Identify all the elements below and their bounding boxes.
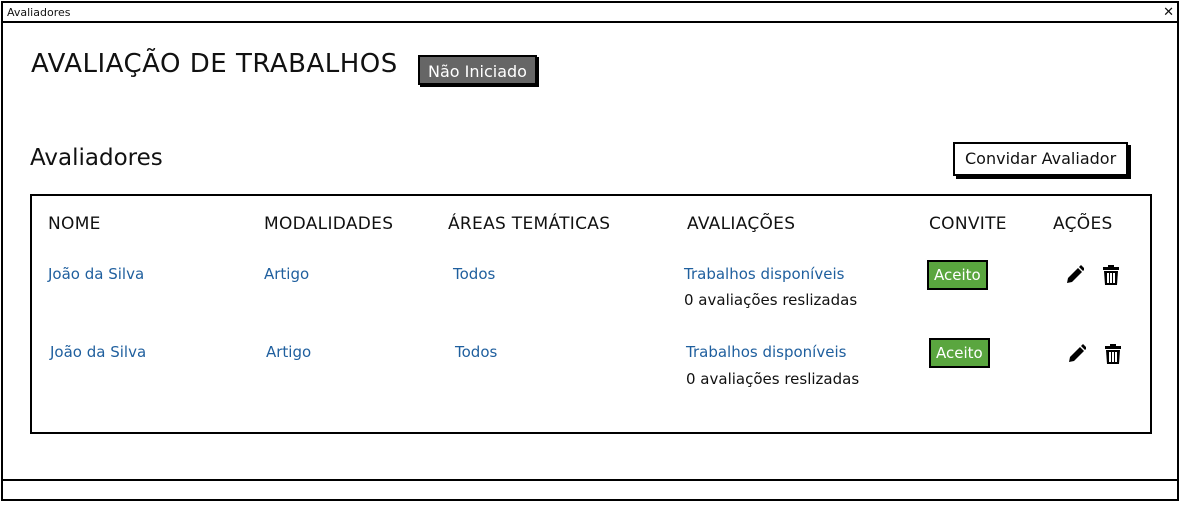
trash-icon[interactable]: [1101, 264, 1121, 286]
available-works-link[interactable]: Trabalhos disponíveis: [684, 265, 844, 283]
column-header-invite: CONVITE: [929, 214, 1007, 234]
modality-link[interactable]: Artigo: [266, 343, 311, 361]
section-title: Avaliadores: [30, 145, 163, 171]
pencil-icon[interactable]: [1066, 343, 1087, 365]
available-works-link[interactable]: Trabalhos disponíveis: [686, 343, 846, 361]
page-title: AVALIAÇÃO DE TRABALHOS: [31, 49, 398, 79]
invite-evaluator-button[interactable]: Convidar Avaliador: [953, 142, 1129, 176]
footer-bar: [3, 479, 1177, 499]
evaluations-count: 0 avaliações reslizadas: [686, 370, 860, 388]
trash-icon[interactable]: [1103, 343, 1123, 365]
invite-status-badge: Aceito: [929, 338, 990, 368]
pencil-icon[interactable]: [1064, 264, 1085, 286]
areas-link[interactable]: Todos: [455, 343, 497, 361]
window-title: Avaliadores: [7, 6, 71, 19]
window: Avaliadores ✕ AVALIAÇÃO DE TRABALHOS Não…: [1, 1, 1179, 501]
column-header-modalities: MODALIDADES: [264, 214, 394, 234]
invite-status-badge: Aceito: [927, 260, 988, 290]
status-badge: Não Iniciado: [418, 55, 537, 85]
evaluator-name-link[interactable]: João da Silva: [48, 265, 144, 283]
modality-link[interactable]: Artigo: [264, 265, 309, 283]
column-header-actions: AÇÕES: [1053, 214, 1113, 234]
close-icon[interactable]: ✕: [1163, 3, 1174, 22]
column-header-name: NOME: [48, 214, 101, 234]
evaluations-count: 0 avaliações reslizadas: [684, 291, 858, 309]
title-bar: Avaliadores ✕: [3, 3, 1177, 23]
column-header-areas: ÁREAS TEMÁTICAS: [448, 214, 611, 234]
areas-link[interactable]: Todos: [453, 265, 495, 283]
column-header-evaluations: AVALIAÇÕES: [687, 214, 796, 234]
evaluators-table: NOME MODALIDADES ÁREAS TEMÁTICAS AVALIAÇ…: [30, 194, 1152, 434]
evaluator-name-link[interactable]: João da Silva: [50, 343, 146, 361]
